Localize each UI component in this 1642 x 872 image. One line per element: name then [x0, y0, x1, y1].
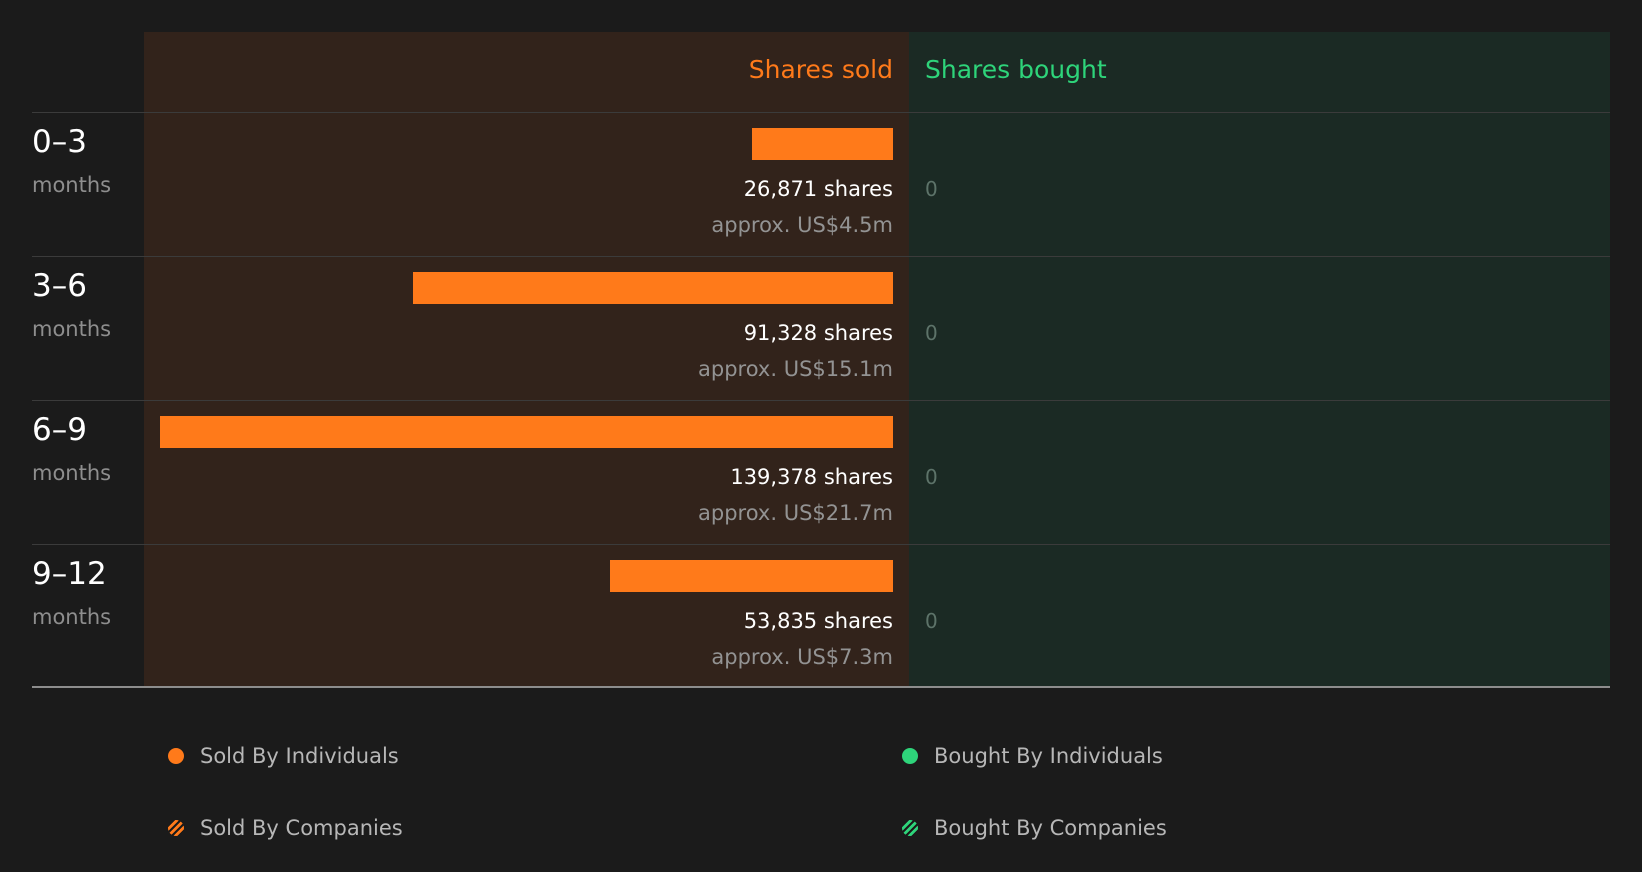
sold-value-label: approx. US$21.7m [698, 501, 893, 525]
row-divider [32, 400, 1610, 401]
insider-trading-chart: Shares sold Shares bought 0–3 months 26,87… [0, 0, 1642, 700]
sold-bar[interactable] [752, 128, 893, 160]
sold-bar[interactable] [160, 416, 893, 448]
dot-icon [168, 748, 184, 764]
row-divider [32, 544, 1610, 545]
row-divider [32, 256, 1610, 257]
period-label: 6–9 [32, 412, 87, 448]
row-divider [32, 112, 1610, 113]
period-label: 9–12 [32, 556, 107, 592]
bought-panel [909, 32, 1610, 687]
legend-bought-companies[interactable]: Bought By Companies [902, 815, 1167, 841]
legend-sold-companies[interactable]: Sold By Companies [168, 815, 403, 841]
striped-dot-icon [902, 820, 918, 836]
period-label: 0–3 [32, 124, 87, 160]
bought-value-label: 0 [925, 321, 938, 345]
period-label: 3–6 [32, 268, 87, 304]
sold-shares-label: 139,378 shares [730, 465, 893, 489]
shares-bought-header: Shares bought [925, 55, 1107, 84]
legend-label: Sold By Individuals [200, 744, 399, 768]
sold-bar[interactable] [610, 560, 893, 592]
bought-value-label: 0 [925, 609, 938, 633]
period-unit-label: months [32, 317, 112, 341]
legend-label: Bought By Individuals [934, 744, 1163, 768]
sold-bar[interactable] [413, 272, 893, 304]
axis-baseline [32, 686, 1610, 688]
sold-shares-label: 53,835 shares [743, 609, 893, 633]
sold-value-label: approx. US$15.1m [698, 357, 893, 381]
sold-value-label: approx. US$4.5m [711, 213, 893, 237]
striped-dot-icon [168, 820, 184, 836]
period-unit-label: months [32, 461, 112, 485]
sold-value-label: approx. US$7.3m [711, 645, 893, 669]
period-unit-label: months [32, 173, 112, 197]
dot-icon [902, 748, 918, 764]
legend-bought-individuals[interactable]: Bought By Individuals [902, 743, 1163, 769]
shares-sold-header: Shares sold [748, 55, 893, 84]
legend-label: Sold By Companies [200, 816, 403, 840]
legend-label: Bought By Companies [934, 816, 1167, 840]
bought-value-label: 0 [925, 465, 938, 489]
sold-shares-label: 26,871 shares [743, 177, 893, 201]
bought-value-label: 0 [925, 177, 938, 201]
period-unit-label: months [32, 605, 112, 629]
legend-sold-individuals[interactable]: Sold By Individuals [168, 743, 399, 769]
sold-shares-label: 91,328 shares [743, 321, 893, 345]
